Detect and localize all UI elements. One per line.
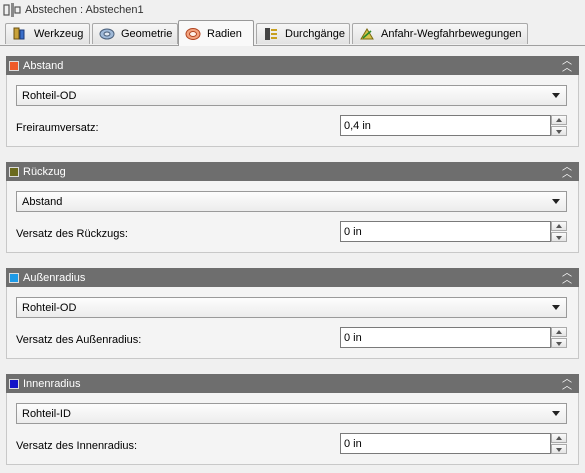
chevron-down-icon bbox=[552, 199, 560, 204]
tab-label: Radien bbox=[207, 27, 242, 40]
geometry-icon bbox=[99, 28, 115, 40]
section-header[interactable]: Innenradius ︿ ︿ bbox=[6, 374, 579, 393]
chevron-down-icon bbox=[552, 305, 560, 310]
field-label: Versatz des Innenradius: bbox=[16, 440, 138, 452]
section-header[interactable]: Abstand ︿ ︿ bbox=[6, 56, 579, 75]
section-aussenradius: Außenradius ︿ ︿ Rohteil-OD Versatz des Au… bbox=[6, 268, 579, 359]
tab-anfahr-wegfahrbewegungen[interactable]: Anfahr-Wegfahrbewegungen bbox=[352, 23, 528, 44]
spin-down-icon[interactable] bbox=[551, 444, 567, 454]
mode-select[interactable]: Rohteil-ID bbox=[16, 403, 567, 424]
collapse-icon[interactable]: ︿ ︿ bbox=[561, 375, 573, 392]
tool-icon bbox=[13, 27, 25, 40]
section-header[interactable]: Rückzug ︿ ︿ bbox=[6, 162, 579, 181]
section-body: Abstand Versatz des Rückzugs: bbox=[6, 181, 579, 253]
offset-input[interactable] bbox=[340, 433, 551, 454]
field-label: Versatz des Außenradius: bbox=[16, 334, 142, 346]
color-swatch bbox=[9, 272, 19, 283]
spin-up-icon[interactable] bbox=[551, 433, 567, 443]
offset-input[interactable] bbox=[340, 115, 551, 136]
mode-select[interactable]: Rohteil-OD bbox=[16, 297, 567, 318]
spin-up-icon[interactable] bbox=[551, 115, 567, 125]
tab-bar: Werkzeug Geometrie Radien Durchgänge Anf… bbox=[0, 20, 585, 46]
collapse-icon[interactable]: ︿ ︿ bbox=[561, 269, 573, 286]
collapse-icon[interactable]: ︿ ︿ bbox=[561, 57, 573, 74]
passes-icon bbox=[265, 28, 277, 40]
offset-spinner[interactable] bbox=[551, 221, 567, 242]
section-title: Rückzug bbox=[23, 165, 66, 178]
section-body: Rohteil-OD Freiraumversatz: bbox=[6, 75, 579, 147]
window-title: Abstechen : Abstechen1 bbox=[25, 4, 144, 16]
field-label: Versatz des Rückzugs: bbox=[16, 228, 128, 240]
chevron-down-icon bbox=[552, 93, 560, 98]
spin-down-icon[interactable] bbox=[551, 232, 567, 242]
color-swatch bbox=[9, 60, 19, 71]
section-title: Außenradius bbox=[23, 271, 86, 284]
tab-label: Anfahr-Wegfahrbewegungen bbox=[381, 28, 522, 40]
chevron-down-icon bbox=[552, 411, 560, 416]
collapse-icon[interactable]: ︿ ︿ bbox=[561, 163, 573, 180]
parting-operation-icon bbox=[3, 3, 21, 17]
offset-input[interactable] bbox=[340, 221, 551, 242]
offset-spinner[interactable] bbox=[551, 327, 567, 348]
offset-spinner[interactable] bbox=[551, 433, 567, 454]
tab-radien[interactable]: Radien bbox=[178, 20, 254, 46]
tab-label: Geometrie bbox=[121, 28, 173, 40]
tab-label: Durchgänge bbox=[285, 28, 345, 40]
offset-spinner[interactable] bbox=[551, 115, 567, 136]
section-body: Rohteil-ID Versatz des Innenradius: bbox=[6, 393, 579, 465]
mode-select[interactable]: Abstand bbox=[16, 191, 567, 212]
section-title: Abstand bbox=[23, 59, 64, 72]
linking-icon bbox=[360, 28, 374, 40]
tab-werkzeug[interactable]: Werkzeug bbox=[5, 23, 90, 44]
section-header[interactable]: Außenradius ︿ ︿ bbox=[6, 268, 579, 287]
spin-down-icon[interactable] bbox=[551, 338, 567, 348]
select-value: Rohteil-OD bbox=[22, 89, 77, 102]
select-value: Rohteil-ID bbox=[22, 407, 71, 420]
tab-geometrie[interactable]: Geometrie bbox=[92, 23, 178, 44]
select-value: Abstand bbox=[22, 195, 63, 208]
offset-input[interactable] bbox=[340, 327, 551, 348]
tab-label: Werkzeug bbox=[34, 28, 84, 40]
select-value: Rohteil-OD bbox=[22, 301, 77, 314]
section-title: Innenradius bbox=[23, 377, 81, 390]
spin-up-icon[interactable] bbox=[551, 327, 567, 337]
section-body: Rohteil-OD Versatz des Außenradius: bbox=[6, 287, 579, 359]
radii-icon bbox=[185, 27, 201, 40]
section-innenradius: Innenradius ︿ ︿ Rohteil-ID Versatz des In… bbox=[6, 374, 579, 465]
section-rueckzug: Rückzug ︿ ︿ Abstand Versatz des Rückzugs: bbox=[6, 162, 579, 253]
spin-down-icon[interactable] bbox=[551, 126, 567, 136]
section-abstand: Abstand ︿ ︿ Rohteil-OD Freiraumversatz: bbox=[6, 56, 579, 147]
color-swatch bbox=[9, 378, 19, 389]
spin-up-icon[interactable] bbox=[551, 221, 567, 231]
tab-durchgaenge[interactable]: Durchgänge bbox=[256, 23, 350, 44]
field-label: Freiraumversatz: bbox=[16, 122, 99, 134]
mode-select[interactable]: Rohteil-OD bbox=[16, 85, 567, 106]
window-titlebar: Abstechen : Abstechen1 bbox=[0, 0, 585, 20]
color-swatch bbox=[9, 166, 19, 177]
